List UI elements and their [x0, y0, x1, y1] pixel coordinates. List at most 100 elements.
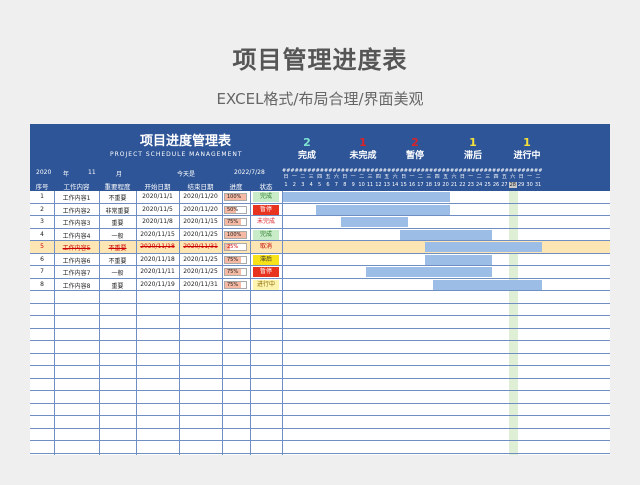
table-row[interactable] — [30, 329, 610, 341]
cell-start[interactable]: 2020/11/5 — [136, 206, 179, 213]
cell-no[interactable]: 1 — [30, 193, 54, 200]
cell-start[interactable]: 2020/11/11 — [136, 268, 179, 275]
legend-label: 暂停 — [405, 151, 424, 161]
cell-priority[interactable]: 一般 — [99, 268, 136, 277]
table-row[interactable] — [30, 441, 610, 454]
sheet-title: 项目进度管理表 — [140, 134, 232, 149]
cell-task[interactable]: 工作内容4 — [54, 231, 99, 240]
cell-priority[interactable]: 不重要 — [99, 243, 136, 252]
cell-no[interactable]: 6 — [30, 256, 54, 263]
day-date: 18 — [425, 182, 432, 188]
day-date: 23 — [467, 182, 474, 188]
legend-label: 完成 — [297, 151, 316, 161]
cell-priority[interactable]: 不重要 — [99, 193, 136, 202]
day-header: ## 日 1 ## 一 2 ## 二 3 ## 三 4 ## 四 5 ## 五 6 ## 六 7 ## 日 8 ## 一 9 ## 二 1… — [282, 168, 610, 191]
table-row[interactable] — [30, 304, 610, 316]
cell-priority[interactable]: 重要 — [99, 281, 136, 290]
cell-no[interactable]: 8 — [30, 281, 54, 288]
table-row[interactable]: 5 工作内容5 不重要 2020/11/18 2020/11/31 25% 取消 — [30, 241, 610, 254]
today-date: 2022/7/28 — [234, 169, 265, 176]
cell-no[interactable]: 4 — [30, 231, 54, 238]
legend-count: 2 — [411, 136, 419, 149]
day-weekday: 日 — [459, 174, 465, 180]
status-badge[interactable]: 进行中 — [253, 279, 279, 290]
table-row[interactable] — [30, 391, 610, 404]
table-row[interactable]: 7 工作内容7 一般 2020/11/11 2020/11/25 75% 暂停 — [30, 266, 610, 279]
cell-end[interactable]: 2020/11/25 — [179, 268, 222, 275]
table-row[interactable] — [30, 316, 610, 329]
day-weekday: 二 — [535, 174, 541, 180]
table-row[interactable]: 1 工作内容1 不重要 2020/11/1 2020/11/20 100% 完成 — [30, 191, 610, 204]
cell-start[interactable]: 2020/11/1 — [136, 193, 179, 200]
table-row[interactable]: 8 工作内容8 重要 2020/11/19 2020/11/31 75% 进行中 — [30, 279, 610, 291]
month-value[interactable]: 11 — [88, 169, 96, 176]
table-row[interactable] — [30, 354, 610, 366]
table-row[interactable] — [30, 416, 610, 429]
status-badge[interactable]: 完成 — [253, 229, 279, 240]
cell-end[interactable]: 2020/11/15 — [179, 218, 222, 225]
table-row[interactable]: 3 工作内容3 重要 2020/11/8 2020/11/15 75% 未完成 — [30, 216, 610, 229]
cell-task[interactable]: 工作内容7 — [54, 268, 99, 277]
table-row[interactable] — [30, 291, 610, 304]
table-row[interactable]: 6 工作内容6 不重要 2020/11/18 2020/11/25 75% 滞后 — [30, 254, 610, 266]
cell-start[interactable]: 2020/11/18 — [136, 243, 179, 250]
gantt-bar — [282, 192, 450, 202]
month-label: 月 — [116, 171, 123, 178]
status-badge[interactable]: 暂停 — [253, 267, 279, 277]
day-date: 2 — [292, 182, 296, 188]
cell-start[interactable]: 2020/11/15 — [136, 231, 179, 238]
cell-task[interactable]: 工作内容2 — [54, 206, 99, 215]
day-weekday: 三 — [426, 174, 432, 180]
table-row[interactable] — [30, 379, 610, 391]
cell-priority[interactable]: 不重要 — [99, 256, 136, 265]
cell-task[interactable]: 工作内容5 — [54, 243, 99, 252]
cell-no[interactable]: 5 — [30, 243, 54, 250]
status-badge[interactable]: 取消 — [253, 242, 279, 252]
progress-cell[interactable]: 75% — [224, 218, 247, 226]
status-badge[interactable]: 完成 — [253, 192, 279, 202]
cell-task[interactable]: 工作内容1 — [54, 193, 99, 202]
cell-start[interactable]: 2020/11/19 — [136, 281, 179, 288]
cell-task[interactable]: 工作内容3 — [54, 218, 99, 227]
progress-cell[interactable]: 50% — [224, 205, 247, 214]
cell-end[interactable]: 2020/11/31 — [179, 243, 222, 250]
cell-task[interactable]: 工作内容6 — [54, 256, 99, 265]
day-weekday: 二 — [359, 174, 365, 180]
table-row[interactable]: 2 工作内容2 非常重要 2020/11/5 2020/11/20 50% 暂停 — [30, 204, 610, 216]
cell-end[interactable]: 2020/11/31 — [179, 281, 222, 288]
cell-end[interactable]: 2020/11/20 — [179, 206, 222, 213]
table-row[interactable] — [30, 429, 610, 441]
status-badge[interactable]: 暂停 — [253, 204, 279, 215]
progress-cell[interactable]: 75% — [224, 255, 247, 264]
table-row[interactable] — [30, 366, 610, 379]
table-row[interactable] — [30, 341, 610, 354]
progress-cell[interactable]: 100% — [224, 193, 247, 201]
cell-start[interactable]: 2020/11/18 — [136, 256, 179, 263]
progress-value: 50% — [227, 206, 239, 213]
progress-cell[interactable]: 75% — [224, 268, 247, 276]
day-date: 10 — [358, 182, 365, 188]
day-weekday: 一 — [409, 174, 415, 180]
progress-cell[interactable]: 75% — [224, 280, 247, 289]
status-badge[interactable]: 滞后 — [253, 254, 279, 265]
day-date: 25 — [484, 182, 491, 188]
cell-no[interactable]: 2 — [30, 206, 54, 213]
cell-task[interactable]: 工作内容8 — [54, 281, 99, 290]
cell-end[interactable]: 2020/11/25 — [179, 231, 222, 238]
day-date: 12 — [375, 182, 382, 188]
cell-no[interactable]: 3 — [30, 218, 54, 225]
status-badge[interactable]: 未完成 — [253, 217, 279, 227]
cell-no[interactable]: 7 — [30, 268, 54, 275]
day-date: 14 — [392, 182, 399, 188]
table-row[interactable] — [30, 404, 610, 416]
cell-start[interactable]: 2020/11/8 — [136, 218, 179, 225]
cell-end[interactable]: 2020/11/25 — [179, 256, 222, 263]
cell-priority[interactable]: 非常重要 — [99, 206, 136, 215]
year-value[interactable]: 2020 — [36, 169, 51, 176]
cell-priority[interactable]: 重要 — [99, 218, 136, 227]
cell-end[interactable]: 2020/11/20 — [179, 193, 222, 200]
progress-cell[interactable]: 25% — [224, 243, 247, 251]
table-row[interactable]: 4 工作内容4 一般 2020/11/15 2020/11/25 100% 完成 — [30, 229, 610, 241]
cell-priority[interactable]: 一般 — [99, 231, 136, 240]
progress-cell[interactable]: 100% — [224, 230, 247, 239]
